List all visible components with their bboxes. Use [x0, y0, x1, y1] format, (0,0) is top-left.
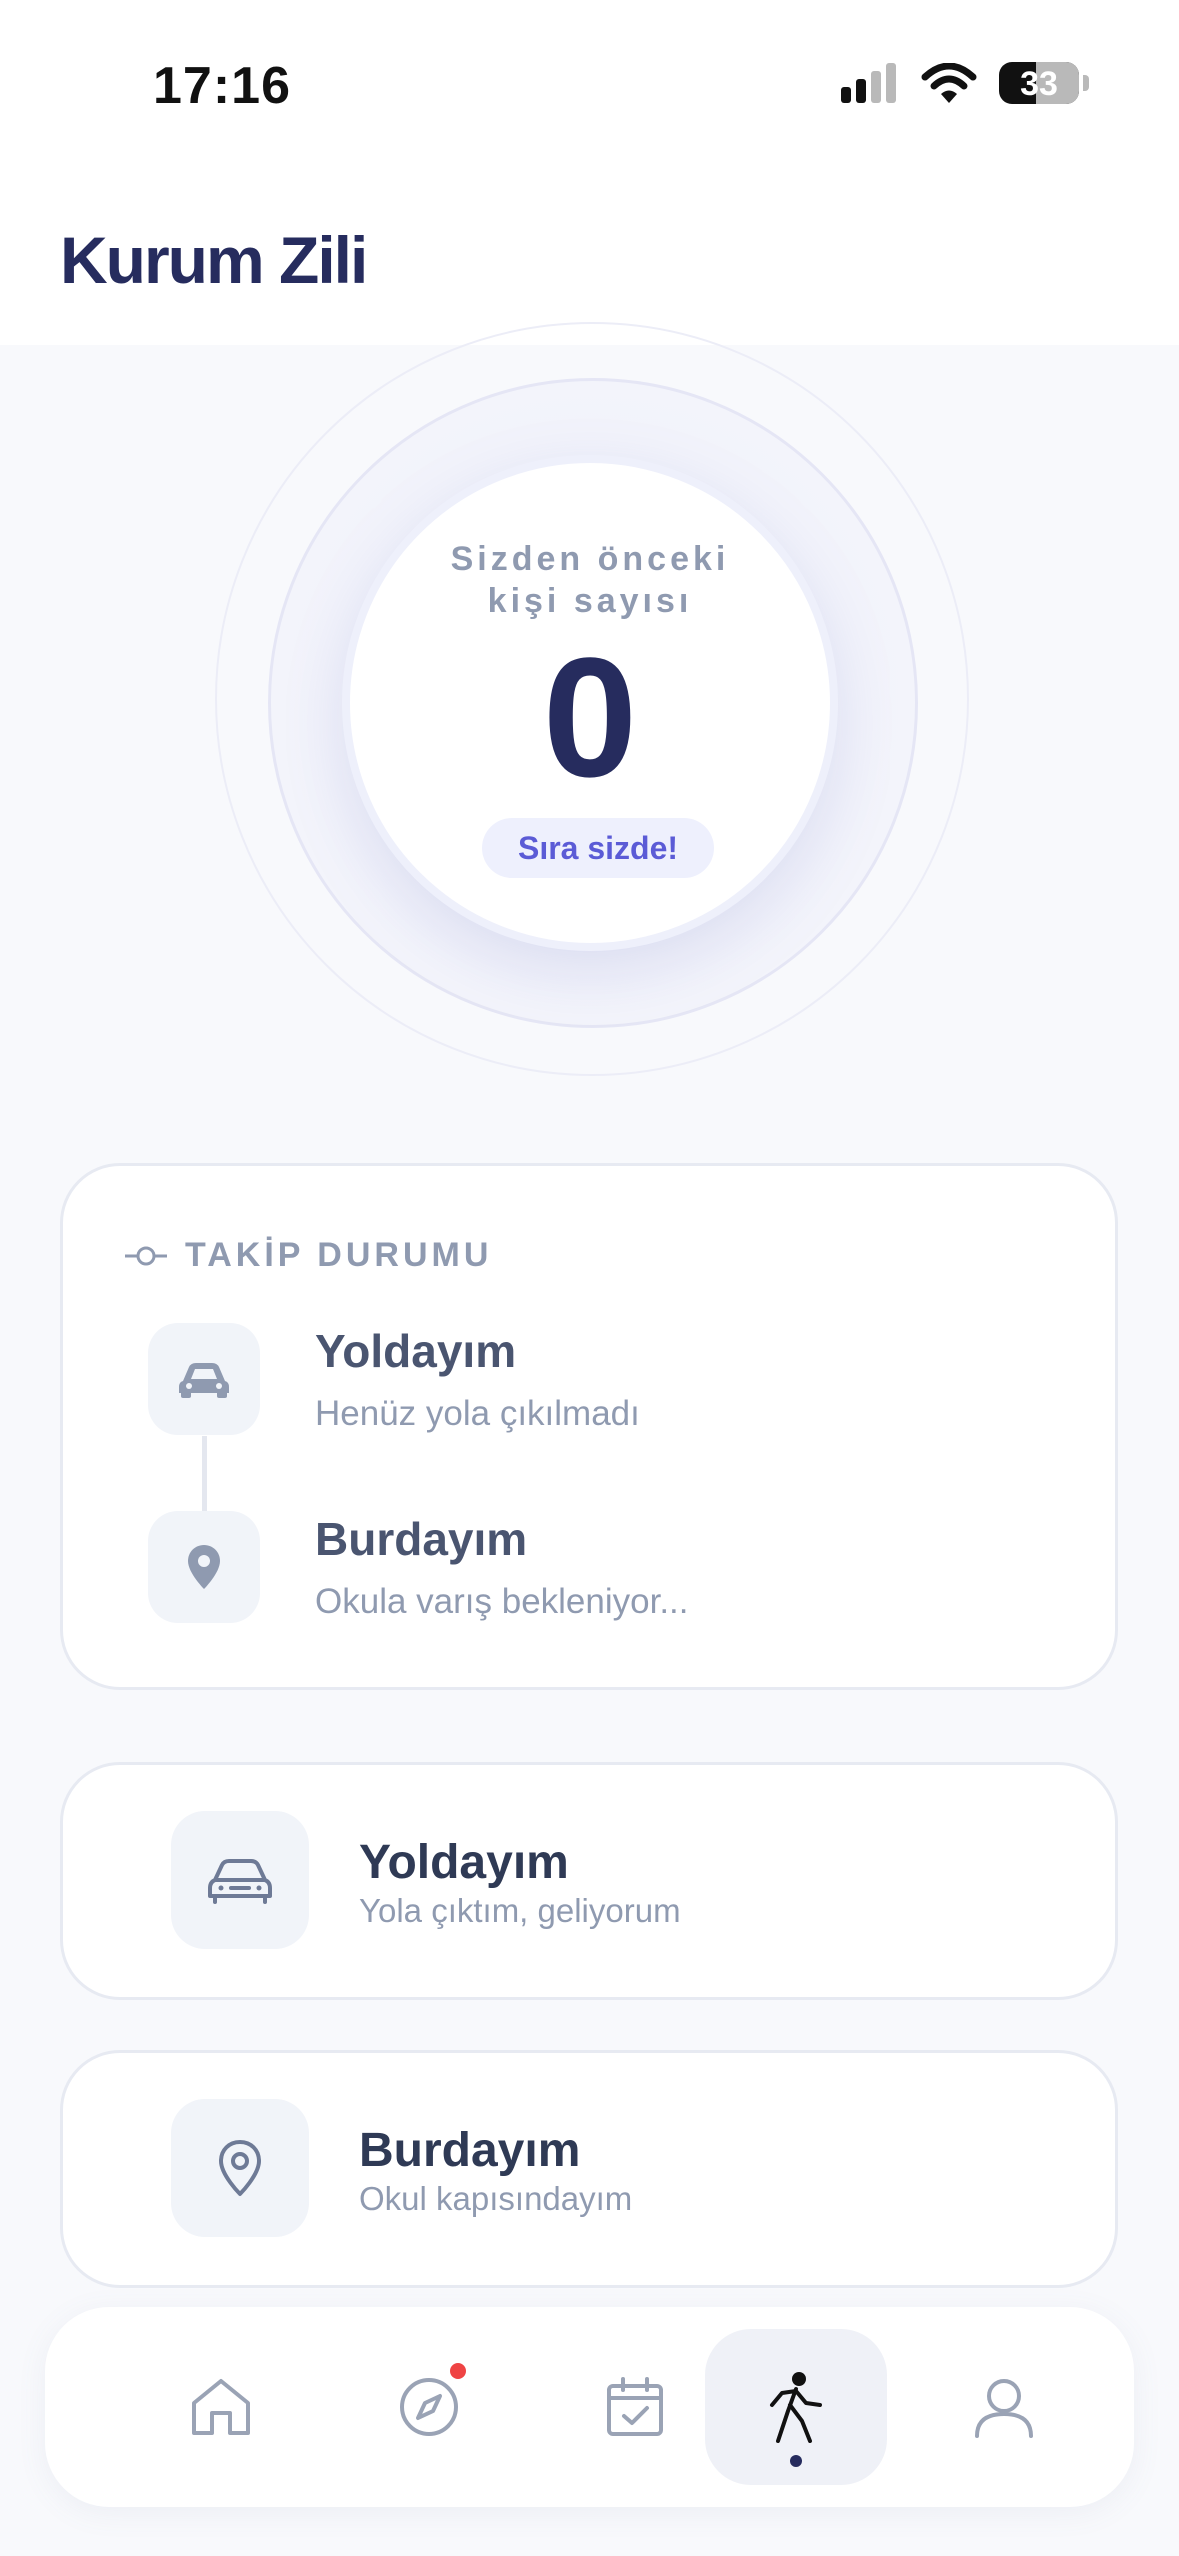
walking-person-icon	[770, 2372, 822, 2443]
status-bar: 17:16 33	[0, 0, 1179, 170]
step-subtitle: Henüz yola çıkılmadı	[315, 1394, 640, 1433]
status-time: 17:16	[153, 57, 291, 115]
wifi-icon	[921, 63, 977, 103]
tab-explore[interactable]	[338, 2307, 520, 2507]
queue-count: 0	[542, 623, 638, 813]
step-connector	[202, 1436, 207, 1516]
step-car-icon-box	[148, 1323, 260, 1435]
action-title: Burdayım	[359, 2124, 581, 2177]
commit-icon	[125, 1246, 167, 1265]
calendar-check-icon	[607, 2377, 663, 2436]
step-title: Yoldayım	[315, 1325, 517, 1377]
action-subtitle: Yola çıktım, geliyorum	[359, 1892, 681, 1929]
step-subtitle: Okula varış bekleniyor...	[315, 1582, 689, 1621]
compass-icon	[400, 2378, 458, 2436]
step-title: Burdayım	[315, 1513, 528, 1565]
status-icons: 33	[841, 62, 1089, 104]
battery-icon: 33	[999, 62, 1079, 104]
user-icon	[975, 2379, 1033, 2438]
home-icon	[192, 2379, 250, 2435]
active-indicator	[790, 2455, 802, 2467]
tab-walk[interactable]	[705, 2307, 887, 2507]
tab-bar	[45, 2307, 1134, 2507]
queue-status-badge: Sıra sizde!	[482, 818, 714, 878]
step-pin-icon-box	[148, 1511, 260, 1623]
tab-profile[interactable]	[913, 2307, 1095, 2507]
car-icon	[208, 1859, 272, 1904]
tracking-title: TAKİP DURUMU	[185, 1236, 493, 1274]
cellular-signal-icon	[841, 63, 896, 103]
queue-label: Sizden önceki kişi sayısı	[450, 540, 730, 620]
on-my-way-button[interactable]: Yoldayım Yola çıktım, geliyorum	[60, 1762, 1118, 2000]
action-icon-box	[171, 2099, 309, 2237]
car-icon	[179, 1363, 229, 1398]
action-title: Yoldayım	[359, 1836, 569, 1889]
action-subtitle: Okul kapısındayım	[359, 2180, 633, 2217]
action-icon-box	[171, 1811, 309, 1949]
tab-home[interactable]	[130, 2307, 312, 2507]
tracking-status-card: TAKİP DURUMU Yoldayım Henüz yola çıkılma…	[60, 1163, 1118, 1690]
map-pin-icon	[188, 1545, 220, 1589]
notification-dot	[450, 2363, 466, 2379]
queue-counter: Sizden önceki kişi sayısı 0 Sıra sizde!	[342, 455, 838, 951]
i-am-here-button[interactable]: Burdayım Okul kapısındayım	[60, 2050, 1118, 2288]
battery-tip	[1083, 75, 1089, 91]
battery-level: 33	[1020, 65, 1058, 103]
page-title: Kurum Zili	[60, 223, 368, 297]
tab-calendar[interactable]	[544, 2307, 726, 2507]
tracking-header: TAKİP DURUMU	[125, 1236, 492, 1275]
app-header: Kurum Zili	[0, 170, 1179, 345]
map-pin-icon	[219, 2140, 261, 2196]
